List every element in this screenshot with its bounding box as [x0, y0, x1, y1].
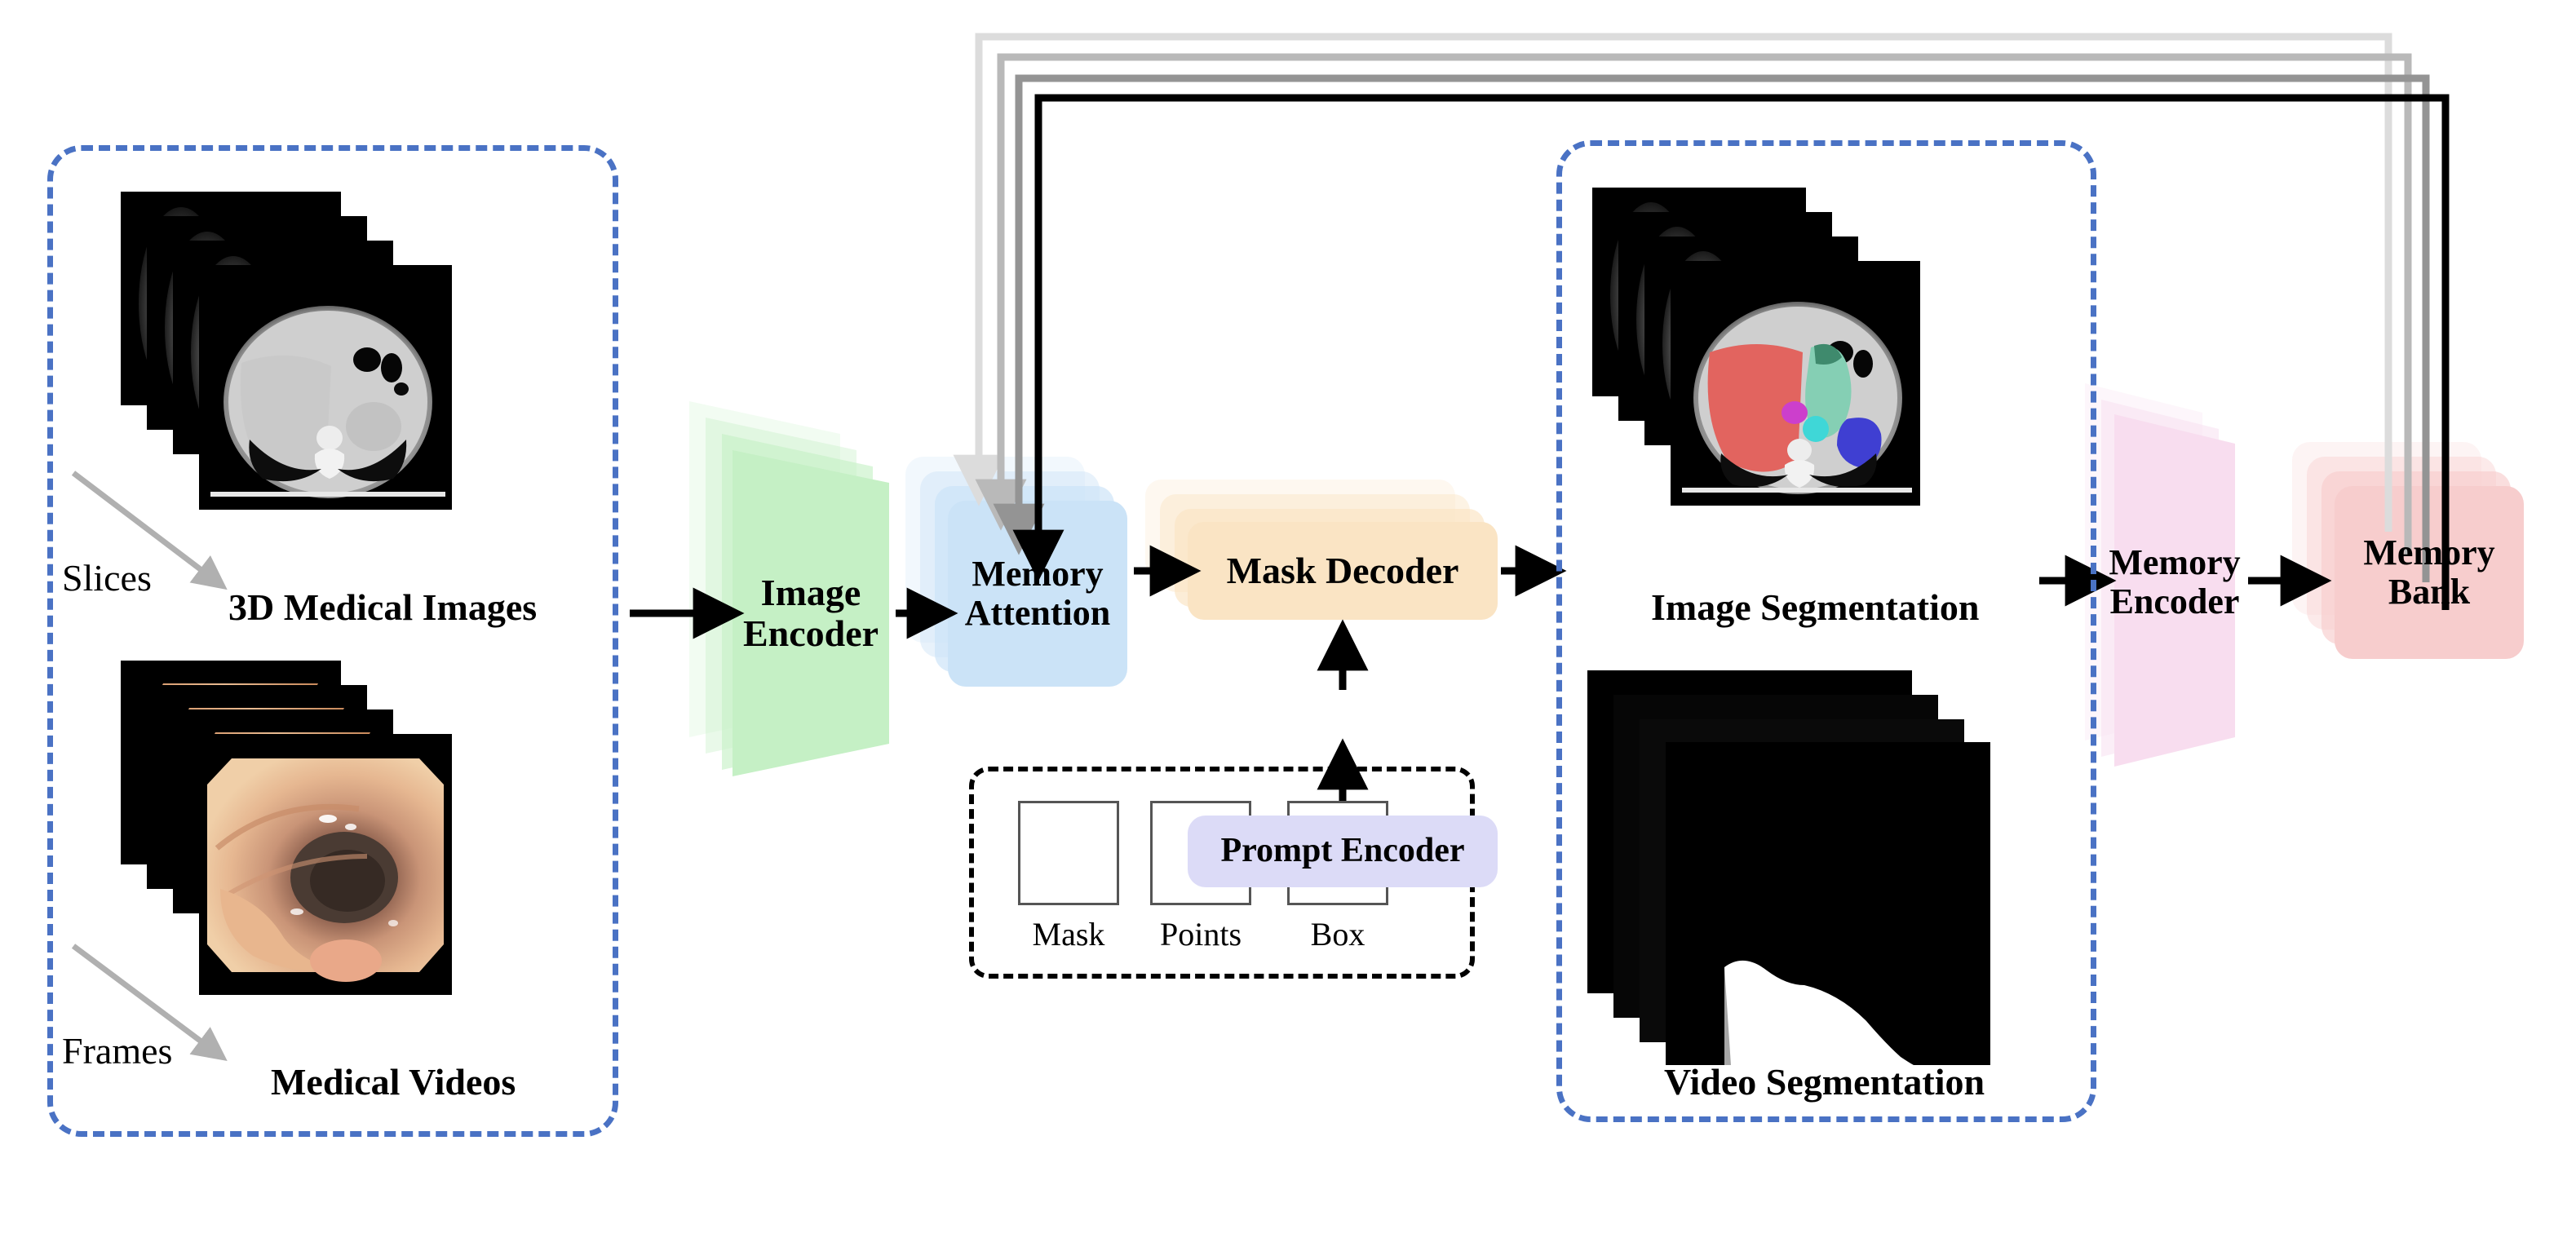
- memory-bank-label-line2: Bank: [2388, 572, 2471, 612]
- image-encoder-block[interactable]: Image Encoder: [733, 514, 889, 713]
- memory-encoder-block[interactable]: Memory Encoder: [2109, 481, 2240, 683]
- mask-decoder-block[interactable]: Mask Decoder: [1188, 522, 1498, 620]
- diagram-canvas: Mask Points Box Image Encoder Memory Att…: [0, 0, 2576, 1251]
- caption-3d-medical-images: 3D Medical Images: [228, 586, 538, 628]
- memory-attention-block[interactable]: Memory Attention: [948, 501, 1127, 687]
- prompt-panel-mask[interactable]: [1018, 801, 1119, 905]
- prompt-label-mask: Mask: [1032, 916, 1105, 953]
- caption-video-segmentation: Video Segmentation: [1664, 1061, 1985, 1103]
- memory-encoder-label-line2: Encoder: [2109, 581, 2240, 621]
- caption-image-segmentation: Image Segmentation: [1651, 586, 1980, 628]
- image-encoder-label-line1: Image: [760, 572, 861, 614]
- memory-attention-label-line1: Memory: [972, 554, 1104, 595]
- label-frames: Frames: [62, 1030, 173, 1072]
- label-slices: Slices: [62, 557, 152, 599]
- memory-bank-block[interactable]: Memory Bank: [2335, 486, 2524, 659]
- outputs-group: [1556, 140, 2096, 1122]
- memory-bank-label-line1: Memory: [2363, 533, 2495, 573]
- prompt-label-box: Box: [1310, 916, 1365, 953]
- memory-encoder-label-line1: Memory: [2109, 542, 2241, 583]
- prompt-label-points: Points: [1159, 916, 1242, 953]
- caption-medical-videos: Medical Videos: [271, 1061, 516, 1103]
- inputs-group: [47, 145, 618, 1137]
- memory-attention-label-line2: Attention: [964, 593, 1111, 633]
- image-encoder-label-line2: Encoder: [742, 612, 879, 654]
- prompt-encoder-block[interactable]: Prompt Encoder: [1188, 816, 1498, 887]
